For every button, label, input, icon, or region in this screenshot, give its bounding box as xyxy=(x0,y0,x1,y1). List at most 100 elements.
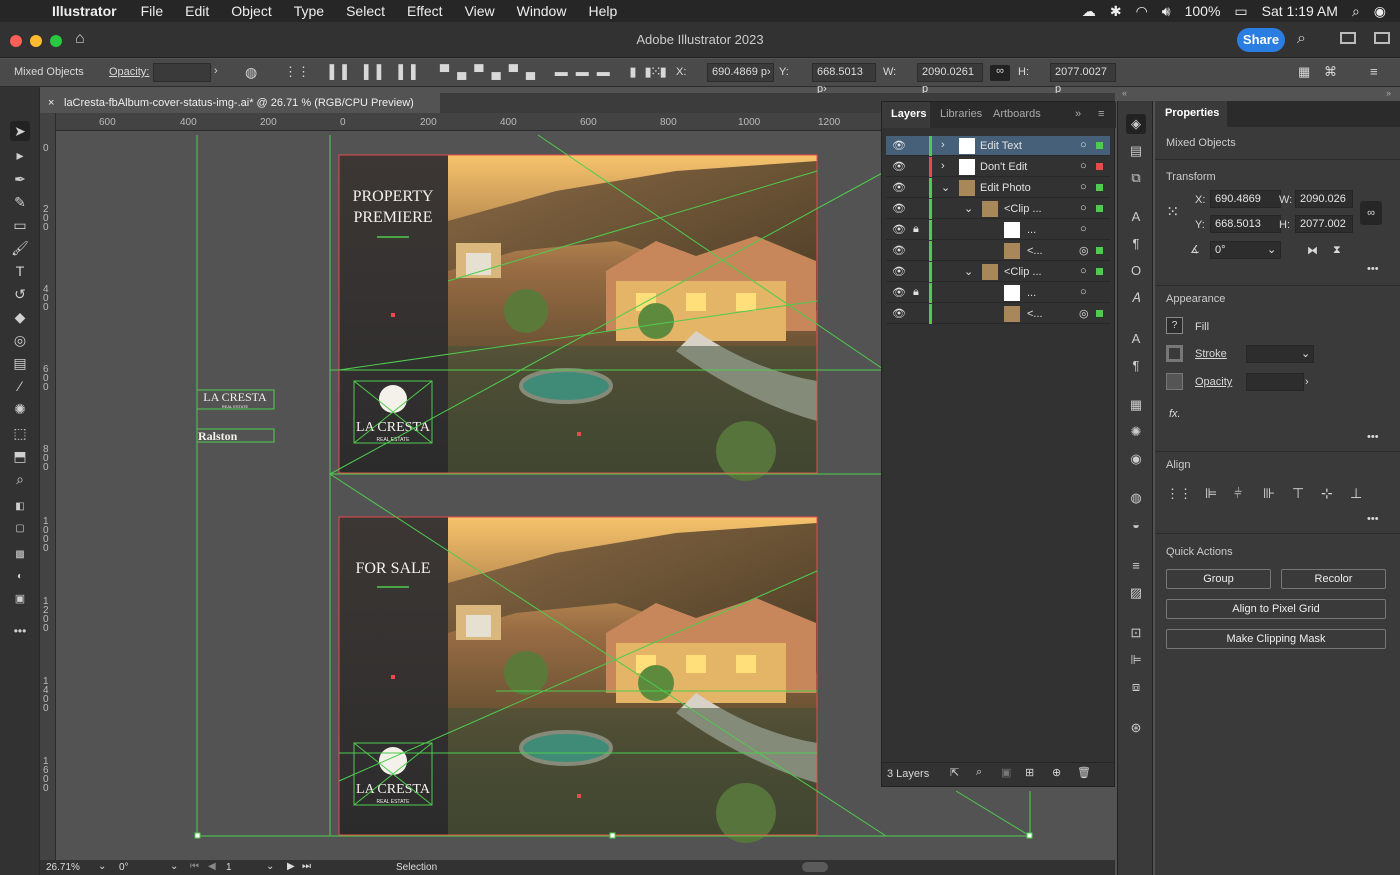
opentype-icon[interactable]: O xyxy=(1126,261,1146,281)
artboard-number[interactable]: 1 xyxy=(226,862,232,873)
menu-window[interactable]: Window xyxy=(517,3,567,19)
layer-row[interactable]: 👁︎ ⌄ Edit Photo ○ xyxy=(886,178,1110,198)
collapse-chevron-icon[interactable]: ⌄ xyxy=(941,181,950,194)
align-middle-icon[interactable]: ⊹ xyxy=(1321,485,1333,502)
live-paint-tool-icon[interactable]: ⬚ xyxy=(10,423,30,443)
heading[interactable]: FOR SALE xyxy=(355,560,430,577)
wifi-icon[interactable]: ◠ xyxy=(1136,3,1148,20)
transform-panel-icon[interactable]: ⊡ xyxy=(1126,623,1146,643)
more-align-options-icon[interactable]: ••• xyxy=(1367,513,1379,525)
zoom-tool-icon[interactable]: ⌕ xyxy=(10,469,30,489)
h-field[interactable]: 2077.002 xyxy=(1295,215,1353,233)
h-field[interactable]: 2077.0027 p xyxy=(1050,63,1116,95)
asset-export-icon[interactable]: ⊛ xyxy=(1126,718,1146,738)
target-filled-icon[interactable]: ◎ xyxy=(1079,307,1089,320)
flip-horizontal-icon[interactable]: ⧓ xyxy=(1307,244,1318,257)
visibility-eye-icon[interactable]: 👁︎ xyxy=(892,202,906,215)
eyedropper-tool-icon[interactable]: ⁄ xyxy=(10,376,30,396)
horizontal-scrollbar-thumb[interactable] xyxy=(802,862,828,872)
align-left-icon[interactable]: ⊫ xyxy=(1205,485,1217,502)
visibility-eye-icon[interactable]: 👁︎ xyxy=(892,307,906,320)
workspace-icon[interactable] xyxy=(1340,32,1356,44)
share-button[interactable]: Share xyxy=(1237,28,1285,52)
layer-row[interactable]: 👁︎ › Edit Text ○ xyxy=(886,136,1110,156)
shape-builder-tool-icon[interactable]: ◎ xyxy=(10,330,30,350)
align-bottom-icon[interactable]: ⊥ xyxy=(1350,485,1362,502)
type-tool-icon[interactable]: T xyxy=(10,261,30,281)
pen-tool-icon[interactable]: ✒ xyxy=(10,169,30,189)
collapse-chevron-icon[interactable]: ⌄ xyxy=(964,202,973,215)
w-field[interactable]: 2090.0261 p xyxy=(917,63,983,95)
opacity-label[interactable]: Opacity xyxy=(1195,376,1232,388)
expand-chevron-icon[interactable]: › xyxy=(941,160,945,172)
export-icon[interactable]: ⇱ xyxy=(950,766,959,779)
screen-mode-icon[interactable]: ▣ xyxy=(10,589,30,609)
y-field[interactable]: 668.5013 p› xyxy=(812,63,876,95)
menu-type[interactable]: Type xyxy=(294,3,324,19)
battery-percent[interactable]: 100% xyxy=(1185,3,1221,19)
locate-object-icon[interactable]: ⌕ xyxy=(976,766,982,779)
lock-icon[interactable]: 🔒︎ xyxy=(913,223,919,236)
layer-row[interactable]: 👁︎ ⌄ <Clip ... ○ xyxy=(886,199,1110,219)
visibility-eye-icon[interactable]: 👁︎ xyxy=(892,181,906,194)
menu-app-name[interactable]: Illustrator xyxy=(52,3,117,19)
reference-point-icon[interactable]: ⁙ xyxy=(650,63,662,80)
target-icon[interactable]: ○ xyxy=(1080,181,1087,193)
paintbrush-tool-icon[interactable]: 🖌︎ xyxy=(10,238,30,258)
visibility-eye-icon[interactable]: 👁︎ xyxy=(892,160,906,173)
target-icon[interactable]: ○ xyxy=(1080,160,1087,172)
rectangle-tool-icon[interactable]: ▭ xyxy=(10,215,30,235)
make-clipping-mask-button[interactable]: Make Clipping Mask xyxy=(1166,629,1386,649)
edit-toolbar-icon[interactable]: ••• xyxy=(10,621,30,641)
menu-select[interactable]: Select xyxy=(346,3,385,19)
target-icon[interactable]: ○ xyxy=(1080,286,1087,298)
color-mode-icon[interactable]: ▩ xyxy=(10,545,30,565)
opacity-field[interactable] xyxy=(153,63,211,82)
selection-square[interactable] xyxy=(1096,184,1103,191)
target-icon[interactable]: ○ xyxy=(1080,223,1087,235)
stroke-panel-icon[interactable]: ≡ xyxy=(1126,556,1146,576)
more-appearance-options-icon[interactable]: ••• xyxy=(1367,431,1379,443)
stroke-dropdown-icon[interactable]: ⌄ xyxy=(1301,346,1310,362)
stroke-label[interactable]: Stroke xyxy=(1195,348,1227,360)
close-tab-icon[interactable]: × xyxy=(48,93,54,113)
expand-chevron-icon[interactable]: › xyxy=(941,139,945,151)
rotate-field[interactable]: 0° ⌄ xyxy=(1210,241,1281,259)
selection-square[interactable] xyxy=(1096,247,1103,254)
swatches-icon[interactable]: ▦ xyxy=(1126,395,1146,415)
color-guide-icon[interactable]: ◒ xyxy=(1126,515,1146,535)
clock[interactable]: Sat 1:19 AM xyxy=(1262,3,1338,19)
opacity-field[interactable] xyxy=(1246,373,1304,391)
volume-icon[interactable]: 🔊︎ xyxy=(1162,3,1171,20)
clipping-mask-icon[interactable]: ▣ xyxy=(1001,766,1011,779)
menu-file[interactable]: File xyxy=(141,3,164,19)
stroke-weight-field[interactable]: ⌄ xyxy=(1246,345,1314,363)
layer-row[interactable]: 👁︎ 🔒︎ ... ○ xyxy=(886,283,1110,303)
layer-name[interactable]: <Clip ... xyxy=(1004,266,1042,278)
layers-panel-icon[interactable]: ◈ xyxy=(1126,114,1146,134)
layer-row[interactable]: 👁︎ ⌄ <Clip ... ○ xyxy=(886,262,1110,282)
selection-square[interactable] xyxy=(1096,205,1103,212)
constrain-proportions-icon[interactable]: ∞ xyxy=(1360,201,1382,225)
draw-mode-icon[interactable]: ◐ xyxy=(10,567,30,587)
visibility-eye-icon[interactable]: 👁︎ xyxy=(892,244,906,257)
collapse-dock-icon[interactable]: « xyxy=(1122,88,1127,98)
next-artboard-icon[interactable]: ▶ xyxy=(287,861,295,872)
gradient-tool-icon[interactable]: ▤ xyxy=(10,353,30,373)
panel-toggle-icon[interactable] xyxy=(1374,32,1390,44)
selection-square[interactable] xyxy=(1096,268,1103,275)
artboard-dropdown-icon[interactable]: ⌄ xyxy=(266,861,274,872)
selection-square[interactable] xyxy=(1096,142,1103,149)
side-logo-ralston[interactable]: Ralston xyxy=(198,429,238,443)
fx-icon[interactable]: fx. xyxy=(1169,408,1181,420)
last-artboard-icon[interactable]: ⏭ xyxy=(302,861,311,872)
align-to-pixel-grid-button[interactable]: Align to Pixel Grid xyxy=(1166,599,1386,619)
tab-libraries[interactable]: Libraries xyxy=(940,108,982,120)
selection-tool-icon[interactable]: ➤ xyxy=(10,121,30,141)
target-icon[interactable]: ○ xyxy=(1080,202,1087,214)
color-icon[interactable]: ◍ xyxy=(1126,488,1146,508)
panel-menu-icon[interactable]: ≡ xyxy=(1098,108,1104,120)
target-icon[interactable]: ○ xyxy=(1080,139,1087,151)
visibility-eye-icon[interactable]: 👁︎ xyxy=(892,286,906,299)
more-options-icon[interactable]: ≡ xyxy=(1370,64,1378,79)
